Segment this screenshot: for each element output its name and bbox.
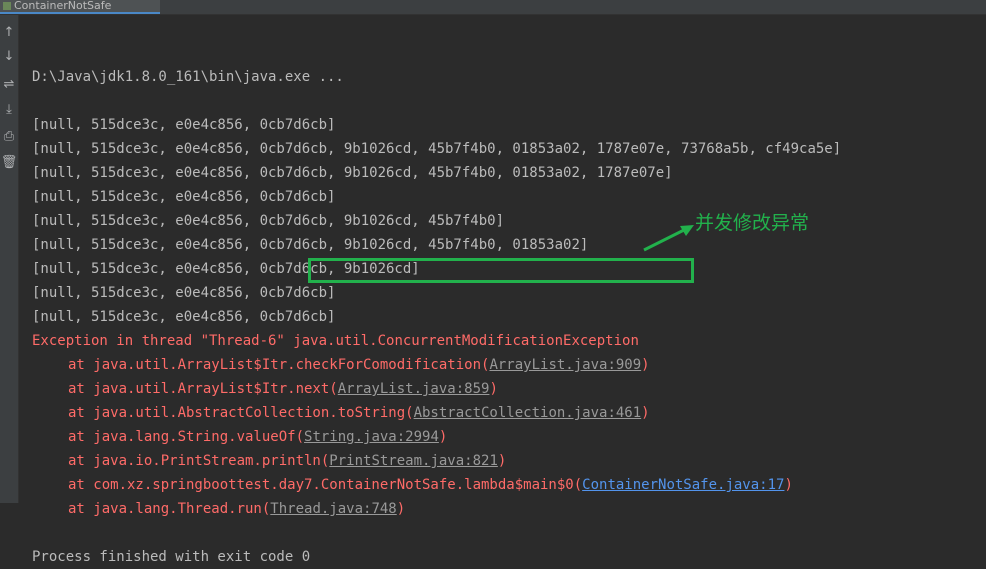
output-line: [null, 515dce3c, e0e4c856, 0cb7d6cb]	[32, 189, 336, 205]
source-link[interactable]: String.java:2994	[304, 429, 439, 445]
command-line: D:\Java\jdk1.8.0_161\bin\java.exe ...	[32, 69, 344, 85]
exception-highlight-box	[308, 258, 694, 283]
stack-frame: at java.util.AbstractCollection.toString…	[32, 401, 986, 425]
close-paren: )	[784, 477, 793, 493]
output-line: [null, 515dce3c, e0e4c856, 0cb7d6cb]	[32, 309, 336, 325]
stack-frame-text: at java.io.PrintStream.println(	[68, 453, 330, 469]
close-paren: )	[438, 429, 448, 445]
stack-frame-text: at java.util.ArrayList$Itr.checkForComod…	[68, 357, 490, 373]
annotation-label: 并发修改异常	[695, 212, 810, 234]
soft-wrap-icon[interactable]: ⇌	[1, 76, 17, 92]
console-output: D:\Java\jdk1.8.0_161\bin\java.exe ... [n…	[32, 17, 986, 569]
trash-icon[interactable]: 🗑	[1, 154, 18, 170]
down-arrow-icon[interactable]: ↓	[1, 48, 17, 64]
stack-frame: at java.io.PrintStream.println(PrintStre…	[32, 449, 986, 473]
output-line: [null, 515dce3c, e0e4c856, 0cb7d6cb, 9b1…	[32, 165, 673, 181]
exception-name: java.util.ConcurrentModificationExceptio…	[293, 333, 639, 349]
output-line: [null, 515dce3c, e0e4c856, 0cb7d6cb]	[32, 117, 336, 133]
output-line: [null, 515dce3c, e0e4c856, 0cb7d6cb]	[32, 285, 336, 301]
stack-frame: at java.lang.String.valueOf(String.java:…	[32, 425, 986, 449]
source-link[interactable]: PrintStream.java:821	[329, 453, 498, 469]
output-line: [null, 515dce3c, e0e4c856, 0cb7d6cb, 9b1…	[32, 141, 842, 157]
stack-frame: at java.util.ArrayList$Itr.checkForComod…	[32, 353, 986, 377]
close-paren: )	[396, 501, 406, 517]
stack-frame: at java.lang.Thread.run(Thread.java:748)	[32, 497, 986, 521]
exit-line: Process finished with exit code 0	[32, 549, 311, 565]
tab-container-not-safe[interactable]: ContainerNotSafe	[0, 0, 160, 14]
print-icon[interactable]: ⎙	[1, 128, 17, 144]
close-paren: )	[497, 453, 507, 469]
stack-frame-text: at java.lang.Thread.run(	[68, 501, 271, 517]
stack-frame-text: at com.xz.springboottest.day7.ContainerN…	[68, 477, 583, 493]
source-link[interactable]: ArrayList.java:859	[338, 381, 490, 397]
tab-bar: ContainerNotSafe	[0, 0, 986, 15]
exception-line: Exception in thread "Thread-6" java.util…	[32, 329, 986, 353]
stack-frame-text: at java.lang.String.valueOf(	[68, 429, 305, 445]
source-link[interactable]: AbstractCollection.java:461	[414, 405, 642, 421]
close-paren: )	[489, 381, 498, 397]
up-arrow-icon[interactable]: ↑	[1, 24, 17, 40]
run-config-icon	[3, 2, 11, 10]
source-link[interactable]: ArrayList.java:909	[489, 357, 641, 373]
source-link[interactable]: ContainerNotSafe.java:17	[582, 477, 784, 493]
tab-label: ContainerNotSafe	[14, 0, 112, 12]
close-paren: )	[641, 357, 650, 373]
stack-frame-text: at java.util.ArrayList$Itr.next(	[68, 381, 338, 397]
stack-frame: at java.util.ArrayList$Itr.next(ArrayLis…	[32, 377, 986, 401]
stack-frame-text: at java.util.AbstractCollection.toString…	[68, 405, 414, 421]
scroll-to-end-icon[interactable]: ⤓	[1, 101, 17, 117]
output-line: [null, 515dce3c, e0e4c856, 0cb7d6cb, 9b1…	[32, 213, 505, 229]
source-link[interactable]: Thread.java:748	[270, 501, 396, 517]
stack-frame: at com.xz.springboottest.day7.ContainerN…	[32, 473, 986, 497]
close-paren: )	[641, 405, 650, 421]
exception-prefix: Exception in thread "Thread-6"	[32, 333, 294, 349]
annotation-arrow	[643, 225, 694, 252]
console-toolbar: ↑ ↓ ⇌ ⤓ ⎙ 🗑	[0, 15, 19, 503]
output-line: [null, 515dce3c, e0e4c856, 0cb7d6cb, 9b1…	[32, 237, 589, 253]
